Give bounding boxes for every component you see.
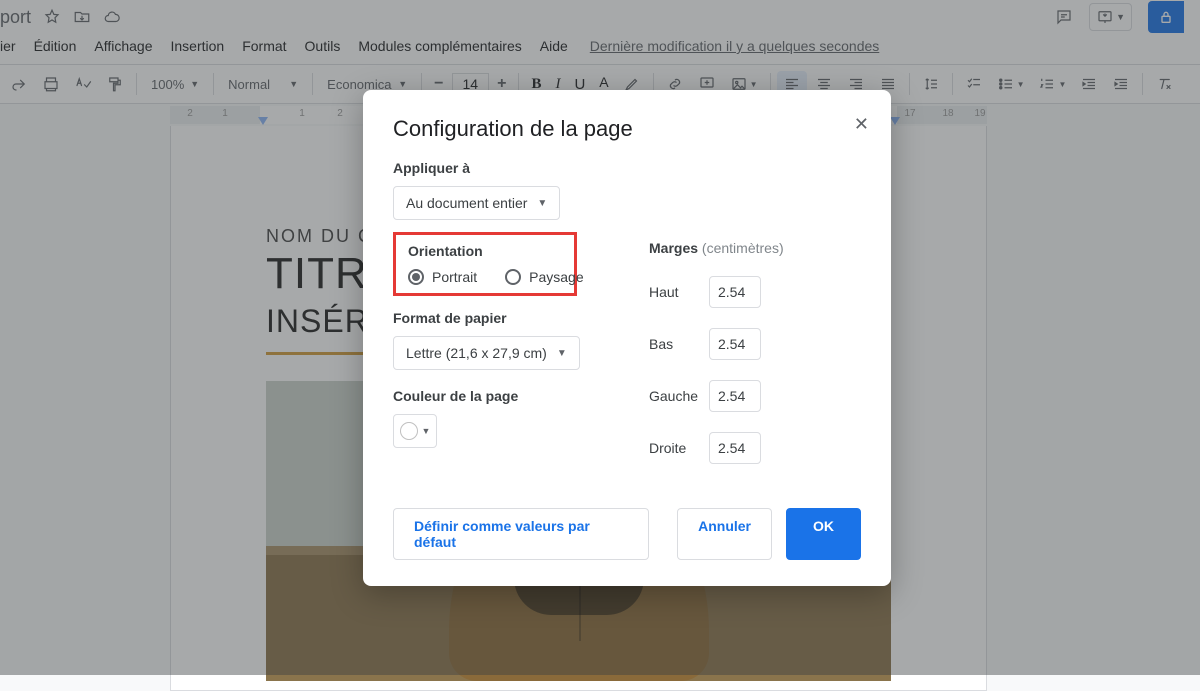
- color-swatch-icon: [400, 422, 418, 440]
- page-color-label: Couleur de la page: [393, 388, 603, 404]
- apply-to-value: Au document entier: [406, 195, 527, 211]
- orientation-landscape-text: Paysage: [529, 269, 583, 285]
- page-color-select[interactable]: ▼: [393, 414, 437, 448]
- radio-checked-icon: [408, 269, 424, 285]
- margins-label: Marges (centimètres): [649, 240, 861, 256]
- chevron-down-icon: ▼: [557, 348, 567, 359]
- margin-left-label: Gauche: [649, 388, 709, 404]
- apply-to-select[interactable]: Au document entier ▼: [393, 186, 560, 220]
- margin-top-label: Haut: [649, 284, 709, 300]
- set-default-button[interactable]: Définir comme valeurs par défaut: [393, 508, 649, 560]
- paper-size-select[interactable]: Lettre (21,6 x 27,9 cm) ▼: [393, 336, 580, 370]
- orientation-landscape-radio[interactable]: Paysage: [505, 269, 583, 285]
- chevron-down-icon: ▼: [422, 426, 431, 436]
- close-icon[interactable]: ✕: [854, 114, 869, 135]
- margin-bottom-input[interactable]: [709, 328, 761, 360]
- dialog-title: Configuration de la page: [393, 116, 861, 142]
- margin-right-input[interactable]: [709, 432, 761, 464]
- orientation-portrait-radio[interactable]: Portrait: [408, 269, 477, 285]
- paper-size-label: Format de papier: [393, 310, 603, 326]
- orientation-label: Orientation: [408, 243, 562, 259]
- page-setup-dialog: Configuration de la page ✕ Appliquer à A…: [363, 90, 891, 586]
- radio-unchecked-icon: [505, 269, 521, 285]
- margin-bottom-label: Bas: [649, 336, 709, 352]
- paper-size-value: Lettre (21,6 x 27,9 cm): [406, 345, 547, 361]
- cancel-button[interactable]: Annuler: [677, 508, 772, 560]
- apply-to-label: Appliquer à: [393, 160, 861, 176]
- margin-right-label: Droite: [649, 440, 709, 456]
- margin-top-input[interactable]: [709, 276, 761, 308]
- chevron-down-icon: ▼: [537, 198, 547, 209]
- margin-left-input[interactable]: [709, 380, 761, 412]
- orientation-portrait-text: Portrait: [432, 269, 477, 285]
- orientation-highlight: Orientation Portrait Paysage: [393, 232, 577, 296]
- ok-button[interactable]: OK: [786, 508, 861, 560]
